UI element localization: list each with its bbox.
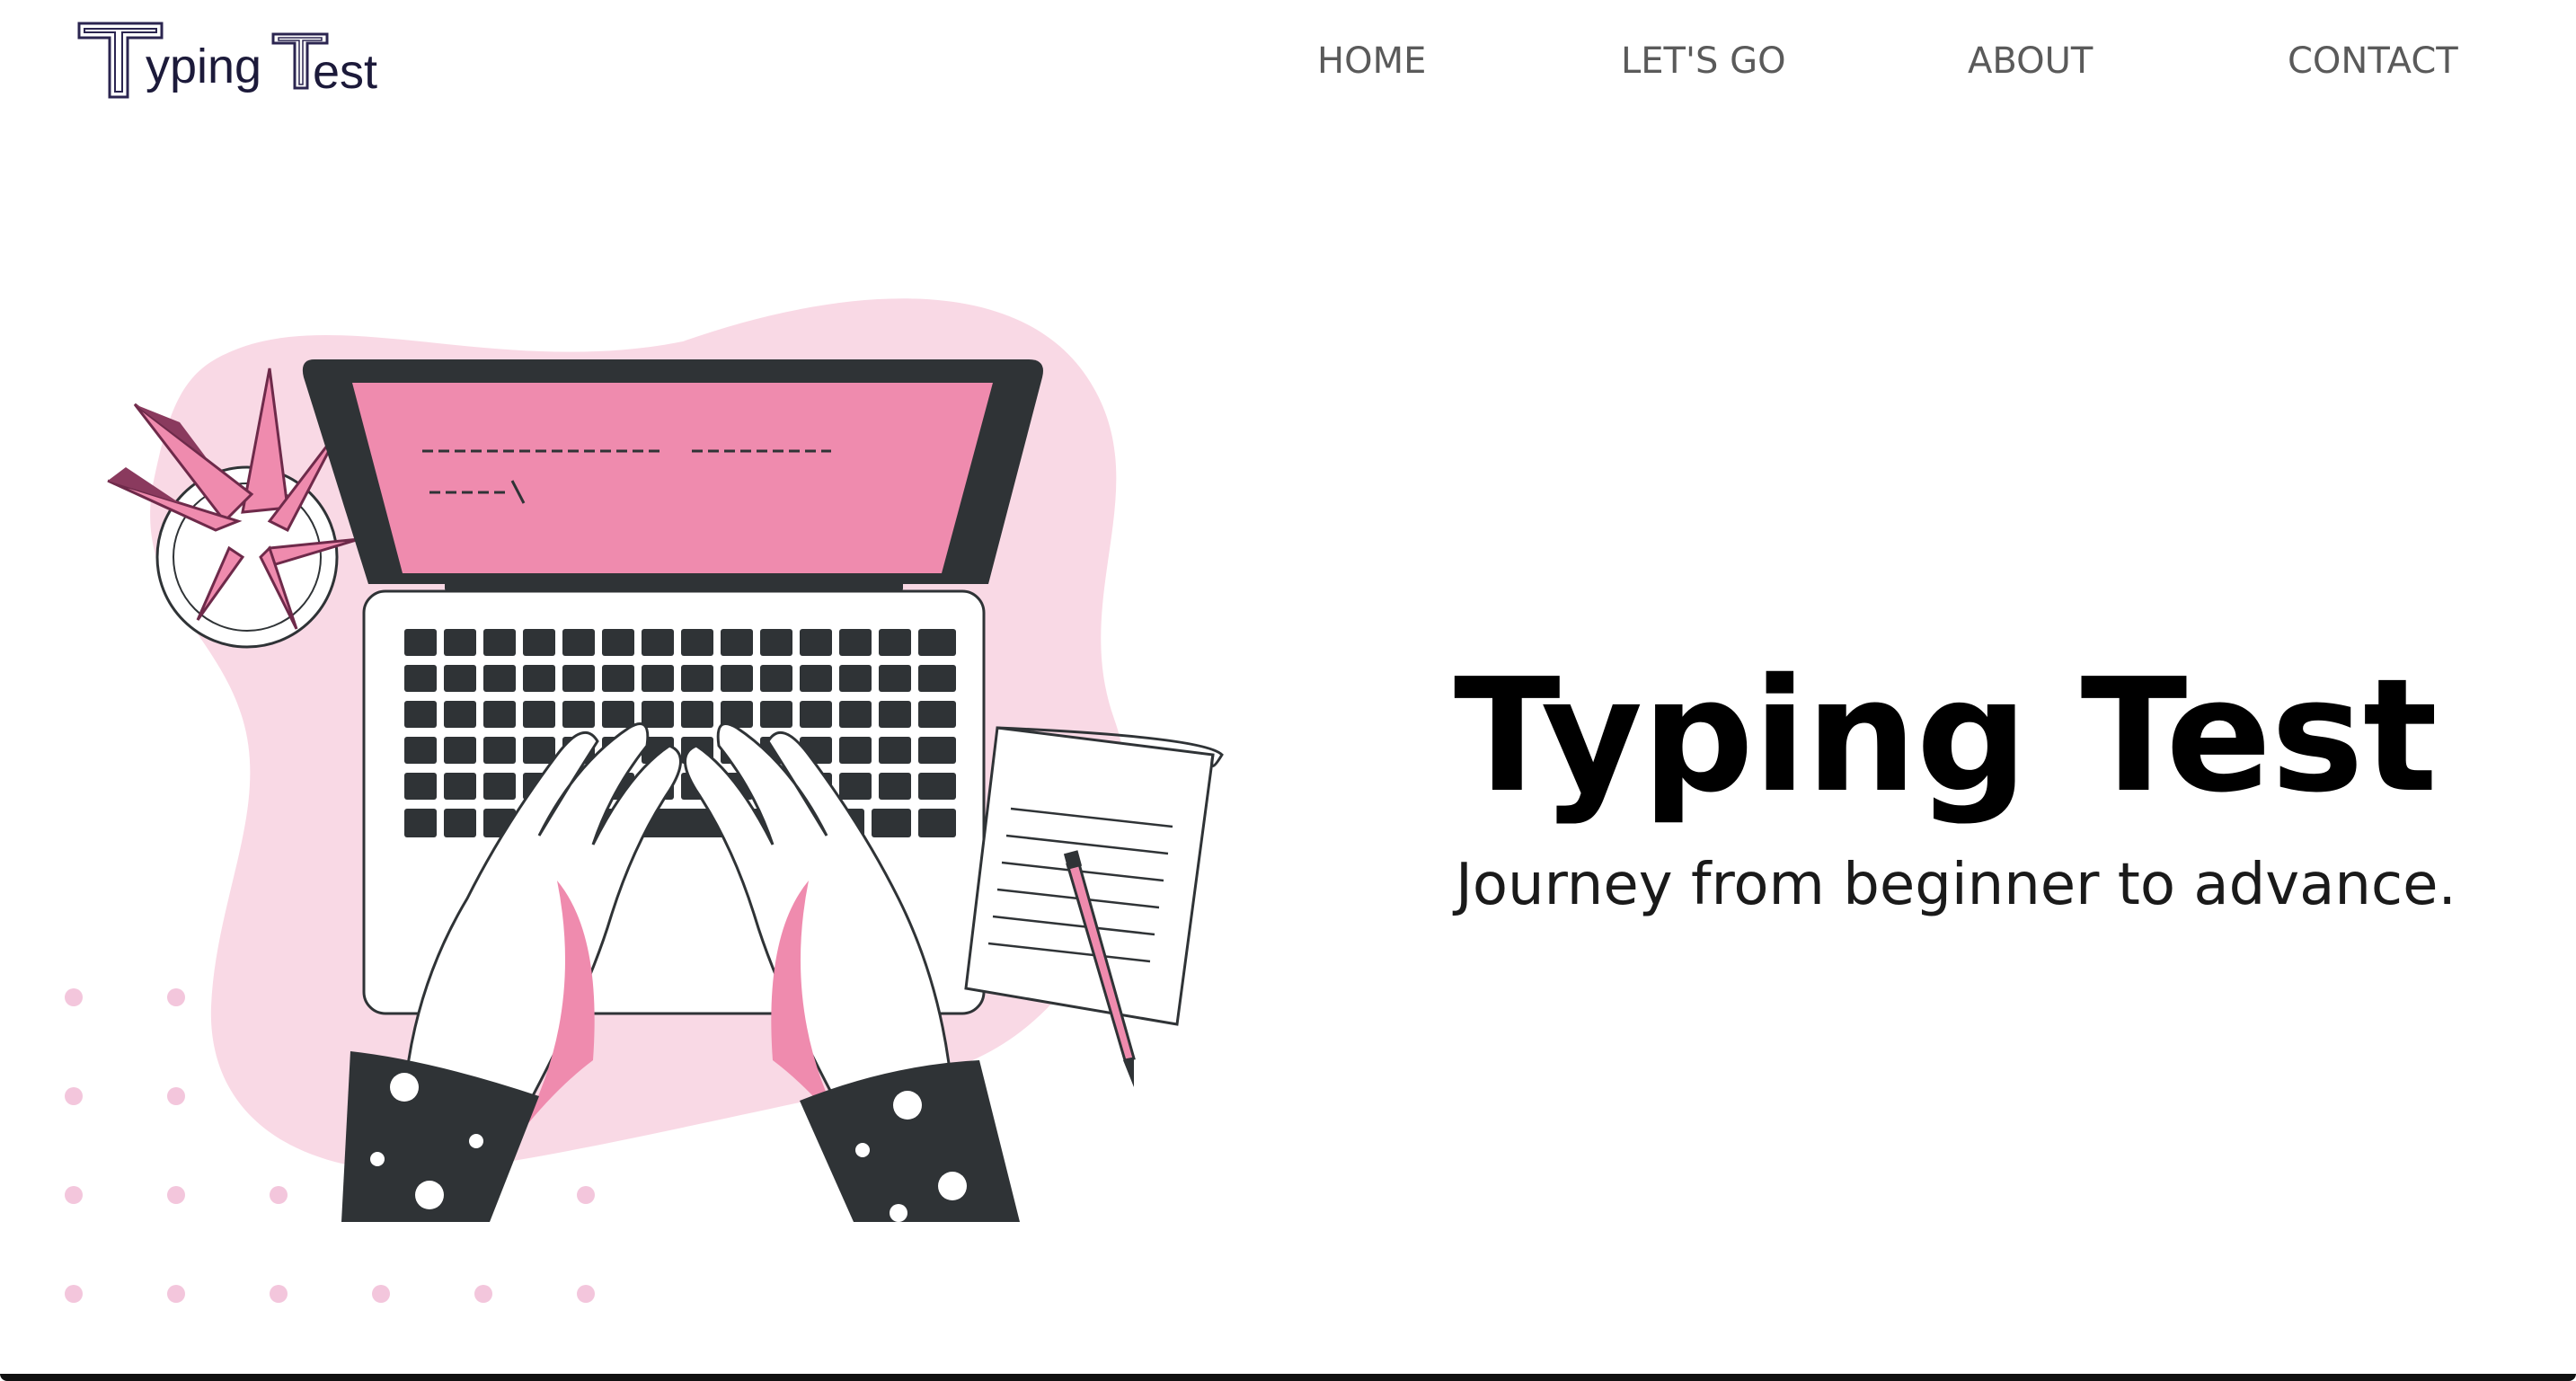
main-nav: HOME LET'S GO ABOUT CONTACT (0, 34, 2576, 88)
window-bottom-edge (0, 1374, 2576, 1381)
laptop-typing-illustration-icon (65, 298, 1224, 1303)
page: yping est HOME LET'S GO ABOUT CONTACT Ty… (0, 0, 2576, 1381)
hero-illustration (0, 252, 1276, 1330)
hero-subtitle: Journey from beginner to advance. (1456, 852, 2456, 918)
laptop-screen (302, 359, 1043, 591)
hero-title: Typing Test (1454, 645, 2438, 828)
nav-home-link[interactable]: HOME (1317, 34, 1426, 88)
nav-about-link[interactable]: ABOUT (1968, 34, 2093, 88)
nav-contact-link[interactable]: CONTACT (2288, 34, 2458, 88)
nav-lets-go-link[interactable]: LET'S GO (1621, 34, 1786, 88)
